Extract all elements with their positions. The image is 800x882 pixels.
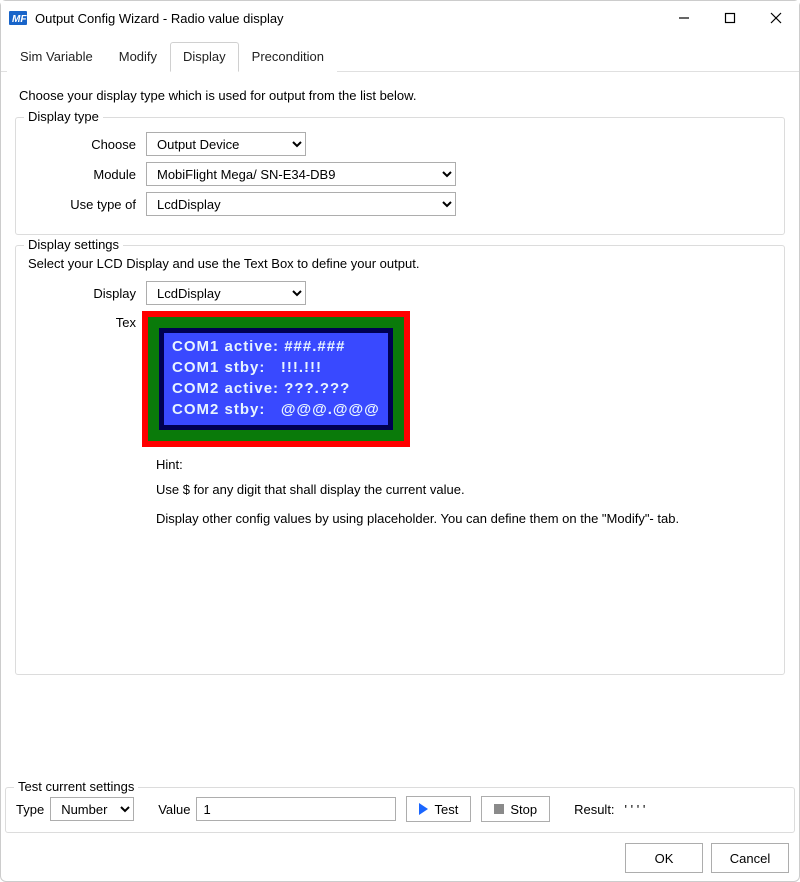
text-label: Tex <box>26 311 146 330</box>
test-value-label: Value <box>158 802 190 817</box>
lcd-highlight: COM1 active: ###.### COM1 stby: !!!.!!! … <box>142 311 410 447</box>
cancel-button[interactable]: Cancel <box>711 843 789 873</box>
intro-text: Choose your display type which is used f… <box>19 88 785 103</box>
play-icon <box>419 803 428 815</box>
display-settings-subtitle: Select your LCD Display and use the Text… <box>28 256 774 271</box>
close-button[interactable] <box>753 1 799 35</box>
tab-precondition[interactable]: Precondition <box>239 42 337 72</box>
titlebar: MF Output Config Wizard - Radio value di… <box>1 1 799 35</box>
lcd-line-3: COM2 active: ???.??? <box>172 380 350 397</box>
display-select[interactable]: LcdDisplay <box>146 281 306 305</box>
group-display-type: Display type Choose Output Device Module… <box>15 117 785 235</box>
tab-display[interactable]: Display <box>170 42 239 72</box>
stop-icon <box>494 804 504 814</box>
test-button[interactable]: Test <box>406 796 471 822</box>
test-button-label: Test <box>434 802 458 817</box>
group-display-settings: Display settings Select your LCD Display… <box>15 245 785 675</box>
display-label: Display <box>26 286 146 301</box>
group-test-legend: Test current settings <box>14 779 138 794</box>
group-test-settings: Test current settings Type Number Value … <box>5 787 795 833</box>
stop-button[interactable]: Stop <box>481 796 550 822</box>
usetype-label: Use type of <box>26 197 146 212</box>
tab-modify[interactable]: Modify <box>106 42 170 72</box>
hint-line-2: Display other config values by using pla… <box>156 511 716 526</box>
usetype-select[interactable]: LcdDisplay <box>146 192 456 216</box>
test-type-select[interactable]: Number <box>50 797 134 821</box>
group-display-settings-legend: Display settings <box>24 237 123 252</box>
minimize-button[interactable] <box>661 1 707 35</box>
tab-sim-variable[interactable]: Sim Variable <box>7 42 106 72</box>
module-select[interactable]: MobiFlight Mega/ SN-E34-DB9 <box>146 162 456 186</box>
hint-line-1: Use $ for any digit that shall display t… <box>156 482 716 497</box>
tabs: Sim Variable Modify Display Precondition <box>1 35 799 72</box>
choose-label: Choose <box>26 137 146 152</box>
lcd-text-input[interactable]: COM1 active: ###.### COM1 stby: !!!.!!! … <box>164 333 388 425</box>
test-value-input[interactable] <box>196 797 396 821</box>
result-label: Result: <box>574 802 614 817</box>
ok-button[interactable]: OK <box>625 843 703 873</box>
svg-text:MF: MF <box>12 14 27 25</box>
test-type-label: Type <box>16 802 44 817</box>
maximize-button[interactable] <box>707 1 753 35</box>
result-value: ' ' ' ' <box>625 802 646 817</box>
lcd-line-4: COM2 stby: @@@.@@@ <box>172 401 380 418</box>
app-icon: MF <box>9 9 27 27</box>
lcd-line-1: COM1 active: ###.### <box>172 338 345 355</box>
stop-button-label: Stop <box>510 802 537 817</box>
module-label: Module <box>26 167 146 182</box>
window-title: Output Config Wizard - Radio value displ… <box>35 11 284 26</box>
footer: OK Cancel <box>1 843 799 873</box>
lcd-line-2: COM1 stby: !!!.!!! <box>172 359 322 376</box>
hint-title: Hint: <box>156 457 716 472</box>
choose-select[interactable]: Output Device <box>146 132 306 156</box>
group-display-type-legend: Display type <box>24 109 103 124</box>
